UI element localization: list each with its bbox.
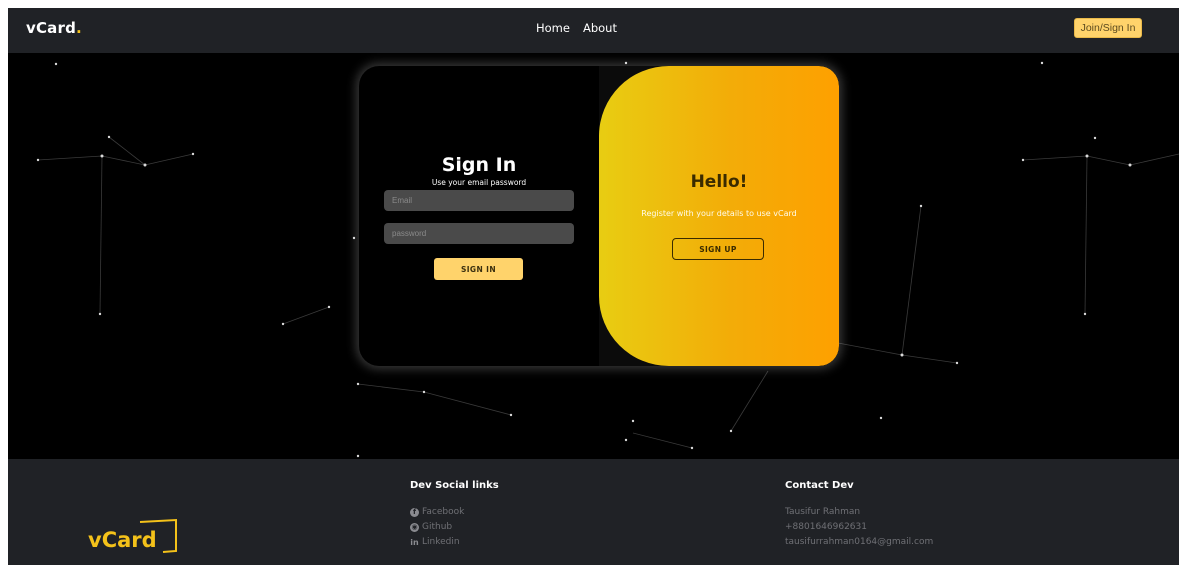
- brand-logo-dot: .: [76, 19, 82, 37]
- nav-link-home[interactable]: Home: [536, 21, 570, 35]
- signin-title: Sign In: [441, 154, 517, 176]
- signin-form: Sign In Use your email password SIGN IN: [359, 66, 599, 366]
- contact-title: Contact Dev: [785, 480, 854, 491]
- facebook-icon: f: [410, 508, 419, 517]
- contact-name: Tausifur Rahman: [785, 507, 861, 517]
- dev-social-links: Dev Social links f Facebook ◉ Github in …: [410, 480, 499, 550]
- contact-dev: Contact Dev Tausifur Rahman +88016469626…: [785, 480, 933, 550]
- github-link[interactable]: ◉ Github: [410, 520, 499, 535]
- facebook-link[interactable]: f Facebook: [410, 505, 499, 520]
- join-signin-button[interactable]: Join/Sign In: [1074, 18, 1142, 38]
- contact-email: tausifurrahman0164@gmail.com: [785, 537, 934, 547]
- linkedin-link-label: Linkedin: [422, 537, 460, 547]
- navbar: vCard. Home About Join/Sign In: [8, 8, 1179, 53]
- linkedin-link[interactable]: in Linkedin: [410, 535, 499, 550]
- app-frame: vCard. Home About Join/Sign In Sign In U…: [8, 8, 1179, 565]
- footer-logo-text: vCard: [88, 528, 157, 552]
- register-title: Hello!: [690, 172, 748, 192]
- email-input[interactable]: [384, 190, 574, 211]
- register-panel: Hello! Register with your details to use…: [599, 66, 839, 366]
- github-icon: ◉: [410, 523, 419, 532]
- auth-card: Sign In Use your email password SIGN IN …: [359, 66, 839, 366]
- password-input[interactable]: [384, 223, 574, 244]
- github-link-label: Github: [422, 522, 453, 532]
- contact-phone: +8801646962631: [785, 522, 867, 532]
- signin-subtitle: Use your email password: [431, 178, 527, 187]
- nav-links: Home About: [536, 21, 617, 35]
- signin-button[interactable]: SIGN IN: [434, 258, 523, 280]
- linkedin-icon: in: [410, 538, 419, 547]
- footer: vCard Dev Social links f Facebook ◉ Gith…: [8, 459, 1179, 565]
- register-text: Register with your details to use vCard: [641, 209, 797, 218]
- signup-button[interactable]: SIGN UP: [672, 238, 764, 260]
- footer-logo: vCard: [88, 518, 177, 553]
- brand-logo-text: vCard: [26, 19, 77, 37]
- social-links-title: Dev Social links: [410, 480, 499, 491]
- nav-link-about[interactable]: About: [583, 21, 617, 35]
- brand-logo[interactable]: vCard.: [26, 19, 82, 37]
- facebook-link-label: Facebook: [422, 507, 465, 517]
